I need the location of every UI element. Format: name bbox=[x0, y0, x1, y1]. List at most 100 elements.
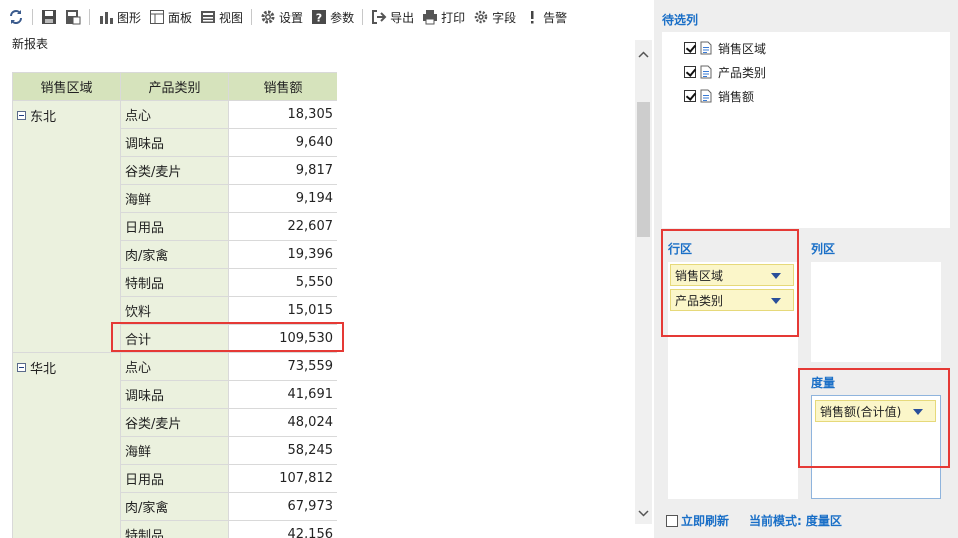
row-zone[interactable]: 销售区域 产品类别 bbox=[668, 262, 798, 499]
field-panel: 待选列 销售区域 产品类别 销售额 行区 销售区域 产品类别 列区 度量 销售额… bbox=[654, 0, 958, 538]
category-cell: 饮料 bbox=[120, 296, 229, 325]
measure-field-label: 销售额(合计值) bbox=[820, 404, 902, 419]
save-icon bbox=[42, 10, 56, 24]
header-region[interactable]: 销售区域 bbox=[12, 72, 121, 101]
measure-zone[interactable]: 销售额(合计值) bbox=[811, 395, 941, 499]
save-as-button[interactable] bbox=[61, 5, 85, 29]
scroll-up-button[interactable] bbox=[635, 46, 652, 63]
chart-button[interactable]: 图形 bbox=[94, 5, 145, 29]
auto-refresh-checkbox[interactable] bbox=[666, 514, 678, 527]
sales-cell: 48,024 bbox=[228, 408, 337, 437]
save-as-icon bbox=[66, 10, 81, 25]
svg-text:?: ? bbox=[316, 12, 322, 25]
col-zone-title: 列区 bbox=[811, 242, 836, 256]
mode-label: 当前模式: bbox=[749, 514, 802, 528]
auto-refresh-label[interactable]: 立即刷新 bbox=[681, 512, 729, 529]
refresh-icon bbox=[10, 10, 22, 24]
params-button[interactable]: ? 参数 bbox=[307, 5, 358, 29]
category-cell: 海鲜 bbox=[120, 184, 229, 213]
candidate-list: 销售区域 产品类别 销售额 bbox=[662, 32, 950, 228]
refresh-button[interactable] bbox=[4, 5, 28, 29]
settings-button[interactable]: 设置 bbox=[256, 5, 307, 29]
field-icon bbox=[700, 89, 712, 103]
measure-field-pill[interactable]: 销售额(合计值) bbox=[815, 400, 936, 422]
scroll-down-button[interactable] bbox=[635, 505, 652, 522]
candidate-item[interactable]: 销售额 bbox=[684, 88, 754, 104]
candidate-checkbox[interactable] bbox=[684, 42, 696, 54]
panel-icon bbox=[150, 10, 165, 24]
row-field-label: 销售区域 bbox=[675, 268, 724, 283]
field-icon bbox=[700, 65, 712, 79]
settings-button-label: 设置 bbox=[279, 10, 304, 25]
report-table: 销售区域 产品类别 销售额 东北 点心 18,305 调味品 9,640 谷类/麦… bbox=[12, 72, 337, 538]
alert-button[interactable]: 告警 bbox=[520, 5, 571, 29]
gear-icon bbox=[261, 10, 275, 24]
category-cell: 日用品 bbox=[120, 212, 229, 241]
candidate-item[interactable]: 产品类别 bbox=[684, 64, 766, 80]
toolbar-separator bbox=[89, 9, 90, 25]
candidate-label: 产品类别 bbox=[718, 65, 767, 80]
view-button[interactable]: 视图 bbox=[196, 5, 247, 29]
subtotal-value: 109,530 bbox=[228, 324, 337, 353]
sales-cell: 9,640 bbox=[228, 128, 337, 157]
toolbar-separator bbox=[362, 9, 364, 25]
chevron-up-icon bbox=[638, 51, 649, 58]
dropdown-arrow-icon[interactable] bbox=[771, 298, 781, 304]
category-cell: 点心 bbox=[120, 352, 229, 381]
row-field-pill[interactable]: 产品类别 bbox=[670, 289, 794, 311]
fields-icon bbox=[474, 10, 488, 24]
chevron-down-icon bbox=[638, 510, 649, 517]
alert-button-label: 告警 bbox=[543, 10, 568, 25]
sales-cell: 18,305 bbox=[228, 100, 337, 129]
candidate-checkbox[interactable] bbox=[684, 66, 696, 78]
field-icon bbox=[700, 41, 712, 55]
scroll-thumb[interactable] bbox=[637, 102, 650, 237]
category-cell: 肉/家禽 bbox=[120, 240, 229, 269]
row-field-pill[interactable]: 销售区域 bbox=[670, 264, 794, 286]
subtotal-label: 合计 bbox=[120, 324, 229, 353]
table-header-row: 销售区域 产品类别 销售额 bbox=[12, 72, 337, 101]
candidates-title: 待选列 bbox=[662, 13, 699, 27]
sales-cell: 9,817 bbox=[228, 156, 337, 185]
view-button-label: 视图 bbox=[219, 10, 244, 25]
row-field-label: 产品类别 bbox=[675, 293, 724, 308]
collapse-icon[interactable] bbox=[17, 363, 26, 372]
table-row: 华北 点心 73,559 bbox=[12, 352, 337, 538]
region-cell: 华北 bbox=[12, 352, 121, 538]
chart-icon bbox=[100, 12, 113, 24]
sales-cell: 41,691 bbox=[228, 380, 337, 409]
header-category[interactable]: 产品类别 bbox=[120, 72, 229, 101]
sales-cell: 73,559 bbox=[228, 352, 337, 381]
export-button[interactable]: 导出 bbox=[367, 5, 418, 29]
print-button[interactable]: 打印 bbox=[418, 5, 469, 29]
fields-button-label: 字段 bbox=[492, 10, 517, 25]
panel-button[interactable]: 面板 bbox=[145, 5, 196, 29]
category-cell: 谷类/麦片 bbox=[120, 408, 229, 437]
report-title: 新报表 bbox=[12, 37, 49, 51]
collapse-icon[interactable] bbox=[17, 111, 26, 120]
candidate-item[interactable]: 销售区域 bbox=[684, 40, 766, 56]
dropdown-arrow-icon[interactable] bbox=[771, 273, 781, 279]
candidate-label: 销售额 bbox=[718, 89, 755, 104]
table-row: 东北 点心 18,305 bbox=[12, 100, 337, 353]
toolbar-separator bbox=[32, 9, 33, 25]
report-table-container: 销售区域 产品类别 销售额 东北 点心 18,305 调味品 9,640 谷类/麦… bbox=[12, 72, 337, 538]
category-cell: 调味品 bbox=[120, 128, 229, 157]
save-button[interactable] bbox=[37, 5, 61, 29]
mode-value: 度量区 bbox=[805, 514, 842, 528]
sales-cell: 42,156 bbox=[228, 520, 337, 538]
header-sales[interactable]: 销售额 bbox=[228, 72, 337, 101]
category-cell: 肉/家禽 bbox=[120, 492, 229, 521]
fields-button[interactable]: 字段 bbox=[469, 5, 520, 29]
category-cell: 特制品 bbox=[120, 268, 229, 297]
category-cell: 谷类/麦片 bbox=[120, 156, 229, 185]
report-scrollbar[interactable] bbox=[635, 40, 652, 524]
region-cell: 东北 bbox=[12, 100, 121, 353]
candidate-checkbox[interactable] bbox=[684, 90, 696, 102]
sales-cell: 107,812 bbox=[228, 464, 337, 493]
category-cell: 调味品 bbox=[120, 380, 229, 409]
toolbar: 图形 面板 视图 设置 ? 参数 导出 打印 字段 告警 bbox=[0, 0, 650, 34]
column-zone[interactable] bbox=[811, 262, 941, 362]
dropdown-arrow-icon[interactable] bbox=[913, 409, 923, 415]
sales-cell: 19,396 bbox=[228, 240, 337, 269]
